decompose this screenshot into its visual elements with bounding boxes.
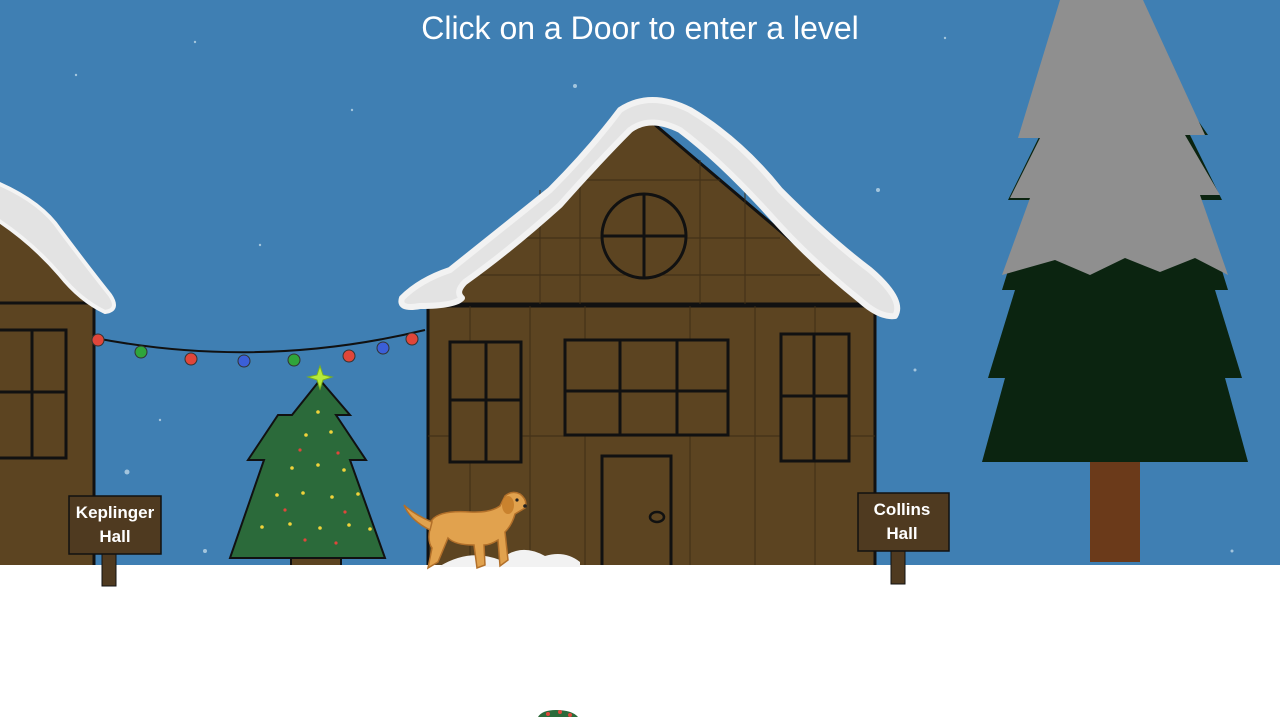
keplinger-sign-line1: Keplinger (76, 503, 155, 522)
collins-sign-line1: Collins (874, 500, 931, 519)
keplinger-sign-line2: Hall (99, 527, 130, 546)
main-house-center-window[interactable] (563, 338, 730, 437)
main-house-left-window[interactable] (448, 340, 523, 464)
collins-sign-line2: Hall (886, 524, 917, 543)
left-house-window[interactable] (0, 328, 68, 460)
main-house-door[interactable] (600, 454, 673, 570)
instruction-text: Click on a Door to enter a level (421, 10, 859, 46)
main-house-right-window[interactable] (779, 332, 851, 463)
game-scene: Keplinger Hall Collins Hall Click on a D… (0, 0, 1280, 717)
snow-ground (0, 565, 1280, 717)
scene-artwork: Keplinger Hall Collins Hall (0, 0, 1280, 717)
attic-window[interactable] (600, 192, 688, 280)
